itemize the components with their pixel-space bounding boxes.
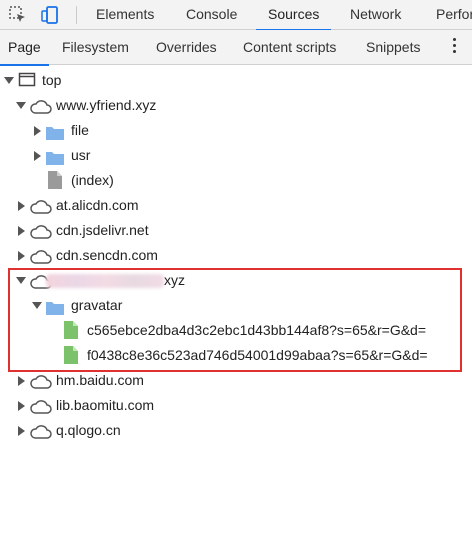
cloud-icon xyxy=(30,423,52,448)
tab-network[interactable]: Network xyxy=(350,0,401,29)
tab-console[interactable]: Console xyxy=(186,0,237,29)
tree-label: (index) xyxy=(71,172,114,188)
collapse-arrow-icon[interactable] xyxy=(18,401,25,411)
subtab-content-scripts[interactable]: Content scripts xyxy=(243,30,336,64)
expand-arrow-icon[interactable] xyxy=(16,102,26,109)
tree-label: q.qlogo.cn xyxy=(56,422,121,438)
tree-item-top[interactable]: top xyxy=(0,68,472,93)
navigator-tabs: Page Filesystem Overrides Content script… xyxy=(0,30,472,66)
collapse-arrow-icon[interactable] xyxy=(34,151,41,161)
tab-elements[interactable]: Elements xyxy=(96,0,154,29)
tree-label: at.alicdn.com xyxy=(56,197,139,213)
tree-item-folder[interactable]: file xyxy=(0,118,472,143)
more-options-icon[interactable] xyxy=(452,38,458,56)
tree-item-domain[interactable]: lib.baomitu.com xyxy=(0,393,472,418)
inspect-element-icon[interactable] xyxy=(8,5,28,25)
subtab-snippets[interactable]: Snippets xyxy=(366,30,420,64)
tree-label: file xyxy=(71,122,89,138)
tree-label: cdn.jsdelivr.net xyxy=(56,222,149,238)
collapse-arrow-icon[interactable] xyxy=(18,376,25,386)
device-toolbar-icon[interactable] xyxy=(40,5,60,25)
tree-item-domain[interactable]: www.yfriend.xyz xyxy=(0,93,472,118)
subtab-page[interactable]: Page xyxy=(0,30,49,66)
tree-label: usr xyxy=(71,147,91,163)
tree-label: cdn.sencdn.com xyxy=(56,247,158,263)
toolbar-separator xyxy=(76,6,77,24)
subtab-overrides[interactable]: Overrides xyxy=(156,30,217,64)
tree-label: lib.baomitu.com xyxy=(56,397,155,413)
tab-performance[interactable]: Perfor xyxy=(436,0,472,29)
expand-arrow-icon[interactable] xyxy=(4,77,14,84)
collapse-arrow-icon[interactable] xyxy=(18,226,25,236)
tab-sources[interactable]: Sources xyxy=(256,0,332,31)
tree-item-folder[interactable]: usr xyxy=(0,143,472,168)
subtab-filesystem[interactable]: Filesystem xyxy=(62,30,129,64)
devtools-toolbar: Elements Console Sources Network Perfor xyxy=(0,0,472,31)
tree-label: top xyxy=(42,72,62,88)
collapse-arrow-icon[interactable] xyxy=(34,126,41,136)
tree-item-domain[interactable]: q.qlogo.cn xyxy=(0,418,472,443)
tree-item-domain[interactable]: cdn.jsdelivr.net xyxy=(0,218,472,243)
collapse-arrow-icon[interactable] xyxy=(18,201,25,211)
tree-item-file[interactable]: (index) xyxy=(0,168,472,193)
collapse-arrow-icon[interactable] xyxy=(18,426,25,436)
tree-item-domain[interactable]: cdn.sencdn.com xyxy=(0,243,472,268)
tree-item-domain[interactable]: at.alicdn.com xyxy=(0,193,472,218)
highlight-box xyxy=(8,268,462,372)
tree-label: www.yfriend.xyz xyxy=(56,97,157,113)
collapse-arrow-icon[interactable] xyxy=(18,251,25,261)
